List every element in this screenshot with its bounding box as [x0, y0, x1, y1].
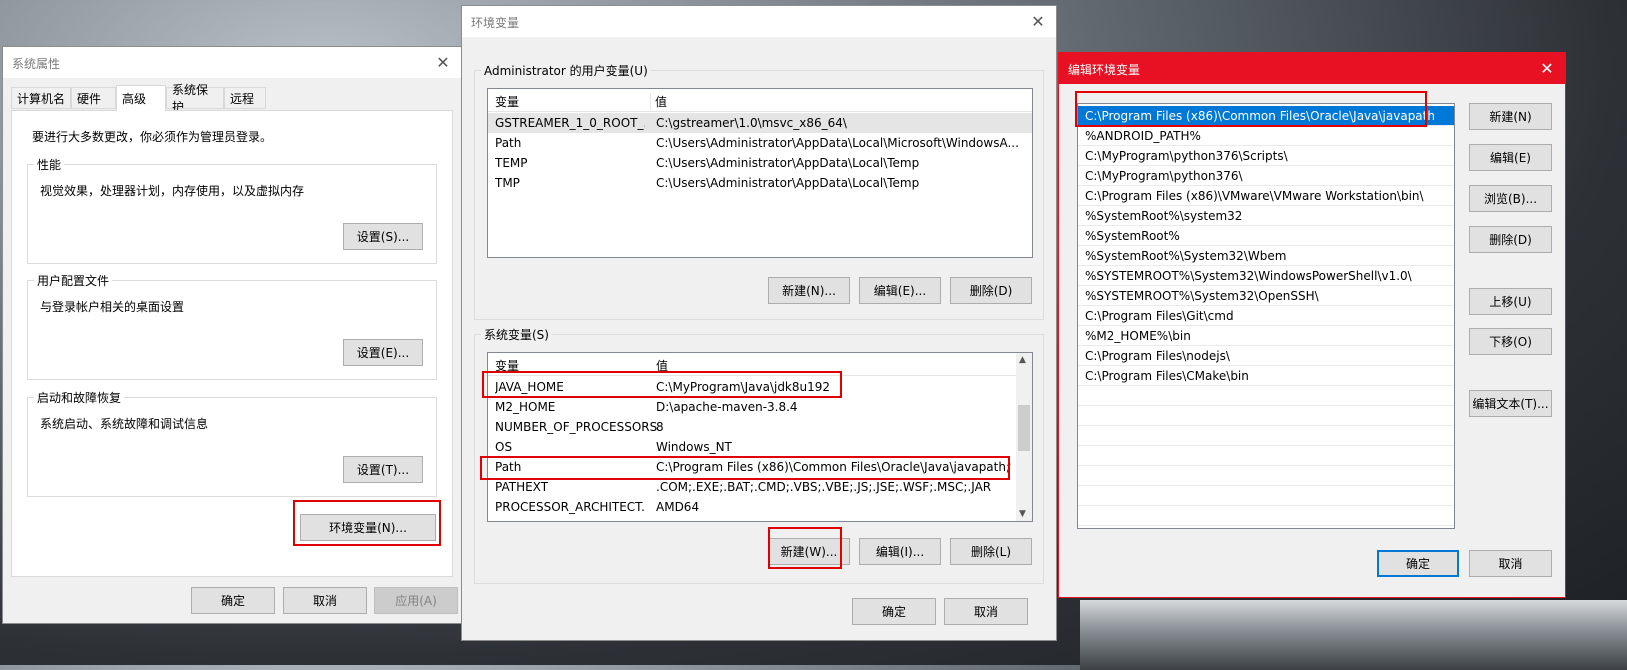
user-variables-caption: Administrator 的用户变量(U) [481, 62, 651, 79]
column-header-variable: 变量 [495, 95, 520, 109]
list-item[interactable]: C:\MyProgram\python376\ [1078, 166, 1454, 186]
close-icon[interactable]: ✕ [425, 47, 461, 78]
highlight-box [768, 527, 842, 569]
empty-row [1078, 486, 1454, 506]
tab-hardware[interactable]: 硬件 [71, 87, 116, 109]
empty-row [1078, 386, 1454, 406]
empty-row [1078, 406, 1454, 426]
admin-note: 要进行大多数更改，你必须作为管理员登录。 [32, 130, 273, 144]
list-item[interactable]: %SystemRoot%\system32 [1078, 206, 1454, 226]
user-edit-button[interactable]: 编辑(E)... [859, 277, 941, 304]
tab-computer-name[interactable]: 计算机名 [11, 87, 71, 109]
list-item[interactable]: %SystemRoot%\System32\Wbem [1078, 246, 1454, 266]
dialog-title: 环境变量 [471, 16, 520, 30]
apply-button[interactable]: 应用(A) [374, 587, 458, 614]
highlight-box [1075, 91, 1427, 127]
tab-panel: 要进行大多数更改，你必须作为管理员登录。 性能 视觉效果，处理器计划，内存使用，… [11, 110, 453, 577]
list-item[interactable]: %M2_HOME%\bin [1078, 326, 1454, 346]
ok-button[interactable]: 确定 [852, 598, 936, 625]
startup-recovery-settings-button[interactable]: 设置(T)... [343, 456, 423, 483]
desktop-background [1080, 600, 1627, 670]
tab-advanced[interactable]: 高级 [116, 85, 166, 111]
empty-row [1078, 446, 1454, 466]
list-item[interactable]: %SystemRoot% [1078, 226, 1454, 246]
move-down-button[interactable]: 下移(O) [1469, 328, 1552, 355]
cancel-button[interactable]: 取消 [283, 587, 367, 614]
list-item[interactable]: %ANDROID_PATH% [1078, 126, 1454, 146]
table-row[interactable]: GSTREAMER_1_0_ROOT_... C:\gstreamer\1.0\… [488, 113, 1032, 133]
performance-group: 性能 视觉效果，处理器计划，内存使用，以及虚拟内存 设置(S)... [27, 156, 437, 264]
close-icon[interactable]: ✕ [1020, 6, 1056, 37]
performance-desc: 视觉效果，处理器计划，内存使用，以及虚拟内存 [40, 184, 305, 198]
edit-button[interactable]: 编辑(E) [1469, 144, 1552, 171]
highlight-box [480, 456, 1010, 480]
column-header-value: 值 [650, 93, 667, 110]
scroll-thumb[interactable] [1018, 405, 1030, 451]
tab-system-protection[interactable]: 系统保护 [166, 83, 224, 114]
list-item[interactable]: C:\Program Files (x86)\VMware\VMware Wor… [1078, 186, 1454, 206]
ok-button[interactable]: 确定 [191, 587, 275, 614]
table-row[interactable]: TEMP C:\Users\Administrator\AppData\Loca… [488, 153, 1032, 173]
empty-row [1078, 426, 1454, 446]
highlight-box [293, 500, 441, 546]
ok-button[interactable]: 确定 [1377, 550, 1459, 577]
cancel-button[interactable]: 取消 [944, 598, 1028, 625]
close-icon[interactable]: ✕ [1529, 53, 1565, 84]
edit-environment-variable-dialog: 编辑环境变量 ✕ C:\Program Files (x86)\Common F… [1058, 52, 1566, 598]
system-variables-caption: 系统变量(S) [481, 326, 552, 343]
startup-recovery-group: 启动和故障恢复 系统启动、系统故障和调试信息 设置(T)... [27, 389, 437, 497]
table-row[interactable]: Path C:\Users\Administrator\AppData\Loca… [488, 133, 1032, 153]
empty-row [1078, 466, 1454, 486]
new-button[interactable]: 新建(N) [1469, 103, 1552, 130]
list-item[interactable]: %SYSTEMROOT%\System32\WindowsPowerShell\… [1078, 266, 1454, 286]
list-item[interactable]: C:\Program Files\CMake\bin [1078, 366, 1454, 386]
highlight-box [482, 371, 842, 398]
list-header: 变量 值 [488, 89, 1032, 112]
system-edit-button[interactable]: 编辑(I)... [859, 538, 941, 565]
cancel-button[interactable]: 取消 [1469, 550, 1552, 577]
startup-recovery-desc: 系统启动、系统故障和调试信息 [40, 417, 209, 431]
scroll-up-icon[interactable]: ▲ [1019, 355, 1026, 365]
user-profile-settings-button[interactable]: 设置(E)... [343, 339, 423, 366]
user-profile-desc: 与登录帐户相关的桌面设置 [40, 300, 185, 314]
move-up-button[interactable]: 上移(U) [1469, 288, 1552, 315]
list-item[interactable]: C:\Program Files\Git\cmd [1078, 306, 1454, 326]
browse-button[interactable]: 浏览(B)... [1469, 185, 1552, 212]
table-row[interactable]: TMP C:\Users\Administrator\AppData\Local… [488, 173, 1032, 193]
dialog-title: 系统属性 [12, 57, 61, 71]
user-new-button[interactable]: 新建(N)... [768, 277, 850, 304]
user-variables-group: Administrator 的用户变量(U) 变量 值 GSTREAMER_1_… [474, 62, 1044, 320]
system-properties-dialog: 系统属性 ✕ 计算机名 硬件 高级 系统保护 远程 要进行大多数更改，你必须作为… [2, 46, 462, 624]
performance-settings-button[interactable]: 设置(S)... [343, 223, 423, 250]
table-row[interactable]: PATHEXT .COM;.EXE;.BAT;.CMD;.VBS;.VBE;.J… [488, 477, 1032, 497]
performance-caption: 性能 [34, 156, 65, 173]
path-entries-list[interactable]: C:\Program Files (x86)\Common Files\Orac… [1077, 103, 1455, 529]
user-profile-caption: 用户配置文件 [34, 272, 113, 289]
table-row[interactable]: PROCESSOR_ARCHITECT... AMD64 [488, 497, 1032, 517]
table-row[interactable]: OS Windows_NT [488, 437, 1032, 457]
title-bar: 环境变量 ✕ [462, 6, 1056, 37]
empty-row [1078, 506, 1454, 526]
user-delete-button[interactable]: 删除(D) [950, 277, 1032, 304]
table-row[interactable]: M2_HOME D:\apache-maven-3.8.4 [488, 397, 1032, 417]
table-row[interactable]: NUMBER_OF_PROCESSORS 8 [488, 417, 1032, 437]
startup-recovery-caption: 启动和故障恢复 [34, 389, 125, 406]
user-profile-group: 用户配置文件 与登录帐户相关的桌面设置 设置(E)... [27, 272, 437, 380]
user-variables-list[interactable]: 变量 值 GSTREAMER_1_0_ROOT_... C:\gstreamer… [487, 88, 1033, 258]
scroll-down-icon[interactable]: ▼ [1019, 509, 1026, 519]
system-delete-button[interactable]: 删除(L) [950, 538, 1032, 565]
list-item[interactable]: C:\Program Files\nodejs\ [1078, 346, 1454, 366]
delete-button[interactable]: 删除(D) [1469, 226, 1552, 253]
title-bar: 编辑环境变量 ✕ [1059, 53, 1565, 84]
tab-remote[interactable]: 远程 [224, 87, 266, 109]
dialog-title: 编辑环境变量 [1068, 63, 1141, 77]
list-item[interactable]: %SYSTEMROOT%\System32\OpenSSH\ [1078, 286, 1454, 306]
environment-variables-dialog: 环境变量 ✕ Administrator 的用户变量(U) 变量 值 GSTRE… [461, 5, 1057, 641]
edit-text-button[interactable]: 编辑文本(T)... [1469, 390, 1552, 417]
list-item[interactable]: C:\MyProgram\python376\Scripts\ [1078, 146, 1454, 166]
title-bar: 系统属性 ✕ [3, 47, 461, 78]
vertical-scrollbar[interactable]: ▲ ▼ [1016, 353, 1032, 521]
